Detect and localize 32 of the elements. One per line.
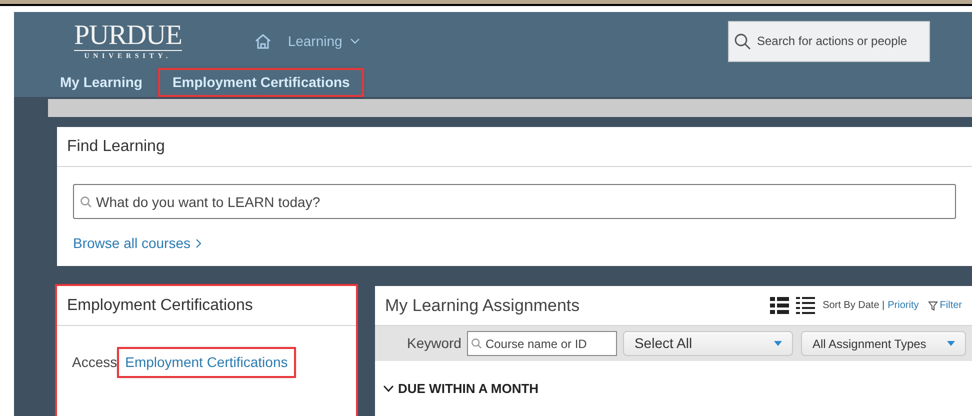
- caret-icon: [947, 341, 956, 346]
- search-field[interactable]: What do you want to LEARN today?: [73, 184, 956, 219]
- search-icon: [80, 196, 92, 208]
- filter-icon: [928, 300, 938, 310]
- compact-list-icon[interactable]: [796, 297, 815, 314]
- chevron-down-icon: [350, 38, 360, 44]
- list-view-icon[interactable]: [770, 297, 789, 314]
- panel-title: My Learning Assignments: [385, 294, 580, 317]
- search-icon: [734, 32, 751, 50]
- logo-wordmark: PURDUE: [74, 22, 182, 50]
- panel-title: Employment Certifications: [67, 296, 253, 316]
- chevron-right-icon: [196, 239, 200, 248]
- section-heading: DUE WITHIN A MONTH: [398, 380, 539, 398]
- keyword-field[interactable]: Course name or ID: [467, 331, 618, 356]
- chevron-down-icon[interactable]: [383, 385, 394, 392]
- caret-icon: [774, 341, 782, 346]
- keyword-label: Keyword: [407, 334, 462, 353]
- search-icon: [471, 338, 482, 349]
- filter-button[interactable]: Filter: [928, 298, 962, 313]
- home-icon[interactable]: [254, 32, 272, 50]
- nav-tab[interactable]: Employment Certifications: [160, 70, 362, 95]
- dropdown[interactable]: Select All: [623, 331, 794, 356]
- search-field[interactable]: Search for actions or people: [728, 20, 930, 62]
- sort-label: Sort By Date |: [822, 299, 885, 313]
- nav-tab[interactable]: My Learning: [58, 70, 144, 95]
- certifications-link[interactable]: Employment Certifications: [119, 349, 294, 376]
- dropdown[interactable]: All Assignment Types: [801, 331, 966, 356]
- access-text: Access: [72, 353, 118, 372]
- learning-menu[interactable]: Learning: [288, 30, 360, 52]
- panel-title: Find Learning: [67, 136, 165, 156]
- browse-link[interactable]: Browse all courses: [73, 233, 200, 254]
- priority-link[interactable]: Priority: [888, 298, 919, 313]
